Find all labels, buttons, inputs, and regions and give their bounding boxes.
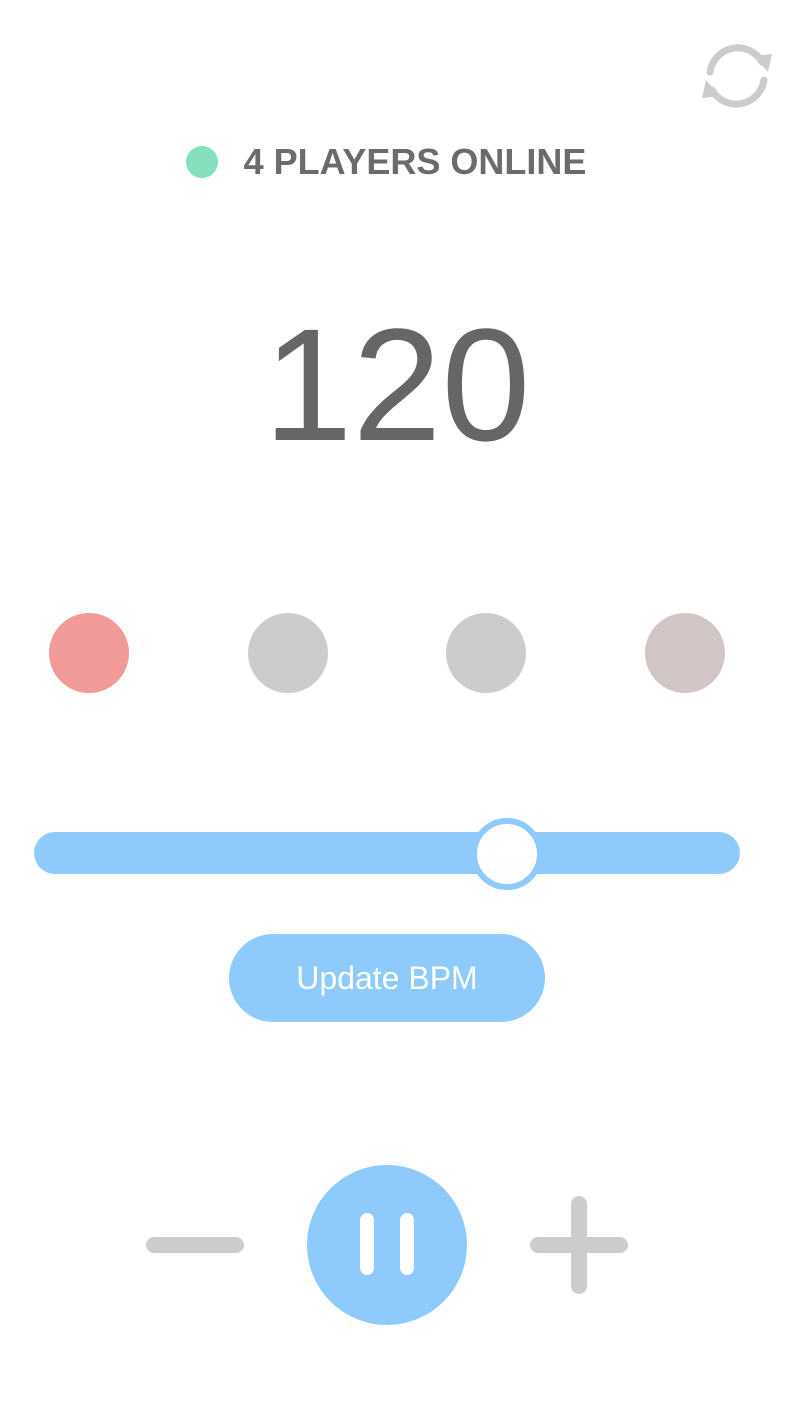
play-pause-button[interactable]: [307, 1165, 467, 1325]
bpm-slider[interactable]: [34, 818, 740, 890]
minus-icon: [144, 1220, 246, 1270]
pause-bar-left: [360, 1213, 374, 1275]
beat-indicator-3: [446, 613, 526, 693]
beat-indicator-4: [645, 613, 725, 693]
beat-indicators: [0, 613, 794, 693]
sync-button[interactable]: [694, 36, 780, 116]
bpm-slider-track[interactable]: [34, 832, 740, 874]
refresh-icon: [694, 36, 780, 116]
update-bpm-button[interactable]: Update BPM: [229, 934, 545, 1022]
players-online-label: 4 PLAYERS ONLINE: [243, 141, 587, 182]
beat-indicator-2: [248, 613, 328, 693]
decrease-bpm-button[interactable]: [144, 1220, 246, 1270]
beat-indicator-1: [49, 613, 129, 693]
online-indicator-dot: [185, 146, 218, 178]
players-online-status: 4 PLAYERS ONLINE: [0, 140, 794, 184]
bpm-display: 120: [263, 295, 531, 474]
plus-icon: [528, 1194, 630, 1296]
increase-bpm-button[interactable]: [528, 1194, 630, 1296]
bpm-slider-thumb[interactable]: [471, 818, 544, 890]
pause-bar-right: [400, 1213, 414, 1275]
